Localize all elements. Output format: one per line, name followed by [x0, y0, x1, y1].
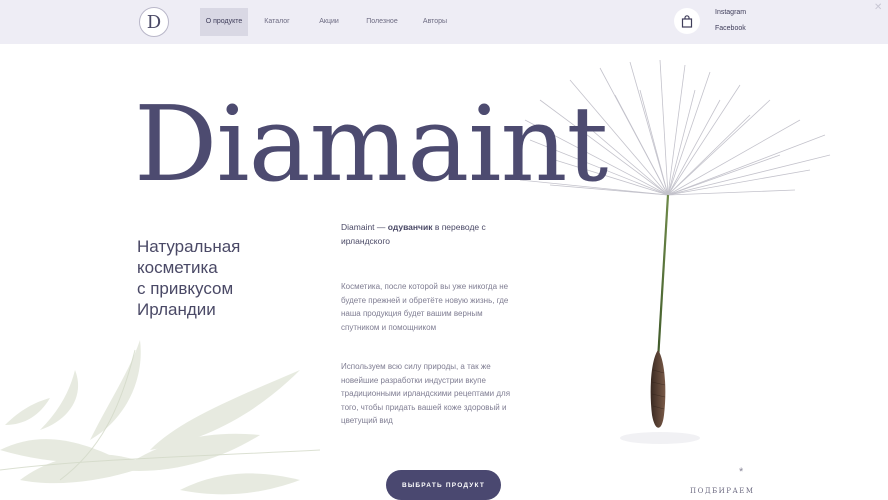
lead-bold: одуванчик	[387, 222, 433, 232]
lead-text: Diamaint — одуванчик в переводе с ирланд…	[341, 221, 511, 248]
brand-title: Diamaint	[134, 83, 608, 205]
description-paragraph-1: Косметика, после которой вы уже никогда …	[341, 282, 509, 332]
tagline-line: с привкусом	[137, 279, 234, 298]
shopping-bag-icon	[681, 14, 693, 28]
close-icon[interactable]: ✕	[874, 2, 882, 13]
nav-item-authors[interactable]: Авторы	[418, 8, 452, 36]
pick-link[interactable]: ПОДБИРАЕМ	[690, 487, 755, 495]
logo-letter: D	[146, 11, 162, 33]
nav-item-about[interactable]: О продукте	[200, 8, 248, 36]
site-header: D О продукте Каталог Акции Полезное Авто…	[0, 0, 888, 44]
facebook-link[interactable]: Facebook	[715, 25, 746, 32]
cart-button[interactable]	[674, 8, 700, 34]
nav-item-catalog[interactable]: Каталог	[258, 8, 296, 36]
instagram-link[interactable]: Instagram	[715, 9, 746, 16]
tagline-line: Натуральная	[137, 237, 241, 256]
nav-item-useful[interactable]: Полезное	[360, 8, 404, 36]
description-paragraph-2: Используем всю силу природы, а так же но…	[341, 362, 511, 425]
nav-item-promotions[interactable]: Акции	[312, 8, 346, 36]
asterisk-mark: *	[739, 466, 744, 478]
tagline: Натуральная косметика с привкусом Ирланд…	[137, 236, 307, 320]
lead-brand: Diamaint —	[341, 222, 388, 232]
tagline-line: Ирландии	[137, 300, 216, 319]
tagline-line: косметика	[137, 258, 218, 277]
leaves-illustration	[0, 340, 321, 495]
choose-product-button[interactable]: ВЫБРАТЬ ПРОДУКТ	[386, 470, 501, 500]
logo[interactable]: D	[139, 7, 169, 37]
